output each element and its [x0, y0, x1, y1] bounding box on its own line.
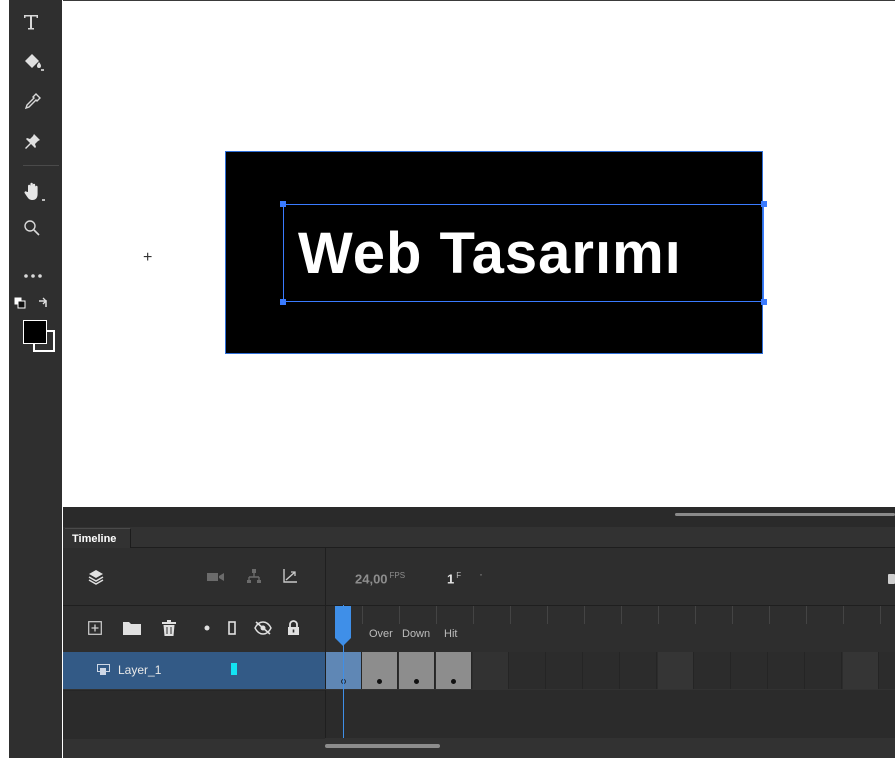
current-frame-display[interactable]: 1F [447, 571, 461, 586]
text-tool[interactable] [9, 8, 62, 36]
frame-label-over[interactable]: Over [369, 628, 393, 640]
keyframe-dot [414, 679, 419, 684]
swap-colors-icon[interactable] [37, 296, 49, 314]
frame-cell[interactable] [880, 652, 895, 689]
frame-tick [732, 606, 733, 624]
frame-cell[interactable] [473, 652, 509, 689]
tools-panel [9, 0, 62, 758]
stage-horizontal-scrollbar[interactable] [675, 513, 895, 516]
eyedropper-icon [24, 93, 41, 110]
keyframe-cell[interactable] [362, 652, 398, 689]
frame-cell[interactable] [769, 652, 805, 689]
camera-icon[interactable] [207, 570, 225, 584]
frame-cell[interactable] [658, 652, 694, 689]
frame-tick [547, 606, 548, 624]
keyframe-dot [377, 679, 382, 684]
layer-controls-row [63, 605, 325, 652]
layer-color-marker[interactable] [231, 663, 237, 675]
frame-tick [436, 606, 437, 624]
ellipsis-icon [24, 274, 42, 278]
timeline-controls [63, 548, 325, 605]
hand-tool[interactable] [9, 178, 62, 206]
frame-label-down[interactable]: Down [402, 628, 430, 640]
toolbar-divider [23, 165, 59, 166]
frame-tick [769, 606, 770, 624]
frame-tick [843, 606, 844, 624]
frame-tick [584, 606, 585, 624]
stroke-color-swatch[interactable] [23, 320, 47, 344]
magnifier-icon [24, 220, 40, 236]
new-folder-icon[interactable] [123, 620, 141, 636]
layers-empty-area[interactable] [63, 690, 325, 739]
lock-icon[interactable] [285, 619, 301, 637]
more-tools-button[interactable] [9, 262, 62, 290]
frame-separator: · [479, 567, 483, 581]
selection-handle[interactable] [761, 299, 767, 305]
paint-bucket-icon [25, 54, 44, 71]
pin-icon [25, 134, 40, 149]
frame-tick [880, 606, 881, 624]
frame-unit: F [456, 571, 462, 580]
layer-name[interactable]: Layer_1 [118, 663, 161, 677]
tab-timeline[interactable]: Timeline [65, 528, 131, 548]
panel-options-icon[interactable] [888, 574, 895, 584]
frame-cell[interactable] [806, 652, 842, 689]
frames-header[interactable]: Up Over Down Hit [325, 605, 895, 652]
layer-type-icon [96, 663, 110, 677]
panel-divider-strip [63, 507, 895, 527]
text-T-icon [24, 15, 38, 30]
layer-row[interactable]: Layer_1 [63, 652, 325, 689]
highlight-layers-dot-icon[interactable] [203, 624, 211, 632]
frame-cell[interactable] [843, 652, 879, 689]
parenting-icon[interactable] [245, 567, 263, 585]
hand-icon [24, 182, 45, 201]
registration-crosshair-icon: + [143, 249, 153, 266]
frame-tick [473, 606, 474, 624]
frame-cell[interactable] [695, 652, 731, 689]
trash-icon[interactable] [161, 619, 177, 637]
frame-tick [510, 606, 511, 624]
playhead-line[interactable] [343, 605, 344, 738]
fps-display[interactable]: 24,00 FPS [355, 571, 405, 586]
paint-bucket-tool[interactable] [9, 48, 62, 76]
frame-cell[interactable] [510, 652, 546, 689]
frame-tick [695, 606, 696, 624]
frame-value[interactable]: 1 [447, 571, 454, 586]
outline-icon[interactable] [227, 620, 237, 636]
frame-tick [658, 606, 659, 624]
fps-unit: FPS [389, 571, 406, 580]
keyframe-cell[interactable] [326, 652, 362, 689]
frame-cell[interactable] [621, 652, 657, 689]
frame-cell[interactable] [584, 652, 620, 689]
selection-handle[interactable] [280, 201, 286, 207]
stage-text[interactable]: Web Tasarımı [298, 219, 682, 289]
pin-tool[interactable] [9, 128, 62, 156]
layer-frames-row[interactable] [325, 652, 895, 689]
eyedropper-tool[interactable] [9, 88, 62, 116]
frame-tick [806, 606, 807, 624]
frame-cell[interactable] [732, 652, 768, 689]
frame-tick [399, 606, 400, 624]
keyframe-cell[interactable] [399, 652, 435, 689]
layers-icon[interactable] [87, 568, 105, 586]
new-layer-icon[interactable] [87, 620, 103, 636]
graph-icon[interactable] [281, 567, 299, 585]
frame-cell[interactable] [547, 652, 583, 689]
timeline-panel: Timeline 24,00 FPS 1F · Over Down Hit La… [63, 507, 895, 758]
selection-handle[interactable] [280, 299, 286, 305]
timeline-info-bar [325, 548, 895, 605]
frames-empty-area[interactable] [325, 690, 895, 738]
zoom-tool[interactable] [9, 214, 62, 242]
keyframe-cell[interactable] [436, 652, 472, 689]
frame-label-hit[interactable]: Hit [444, 628, 457, 640]
keyframe-dot [451, 679, 456, 684]
text-field-selection[interactable]: Web Tasarımı [280, 201, 767, 305]
visibility-hidden-icon[interactable] [253, 619, 273, 637]
timeline-horizontal-scrollbar[interactable] [325, 744, 440, 748]
frame-tick [362, 606, 363, 624]
default-colors-icon[interactable] [14, 296, 26, 314]
frame-tick [621, 606, 622, 624]
fps-value[interactable]: 24,00 [355, 571, 388, 586]
selection-handle[interactable] [761, 201, 767, 207]
